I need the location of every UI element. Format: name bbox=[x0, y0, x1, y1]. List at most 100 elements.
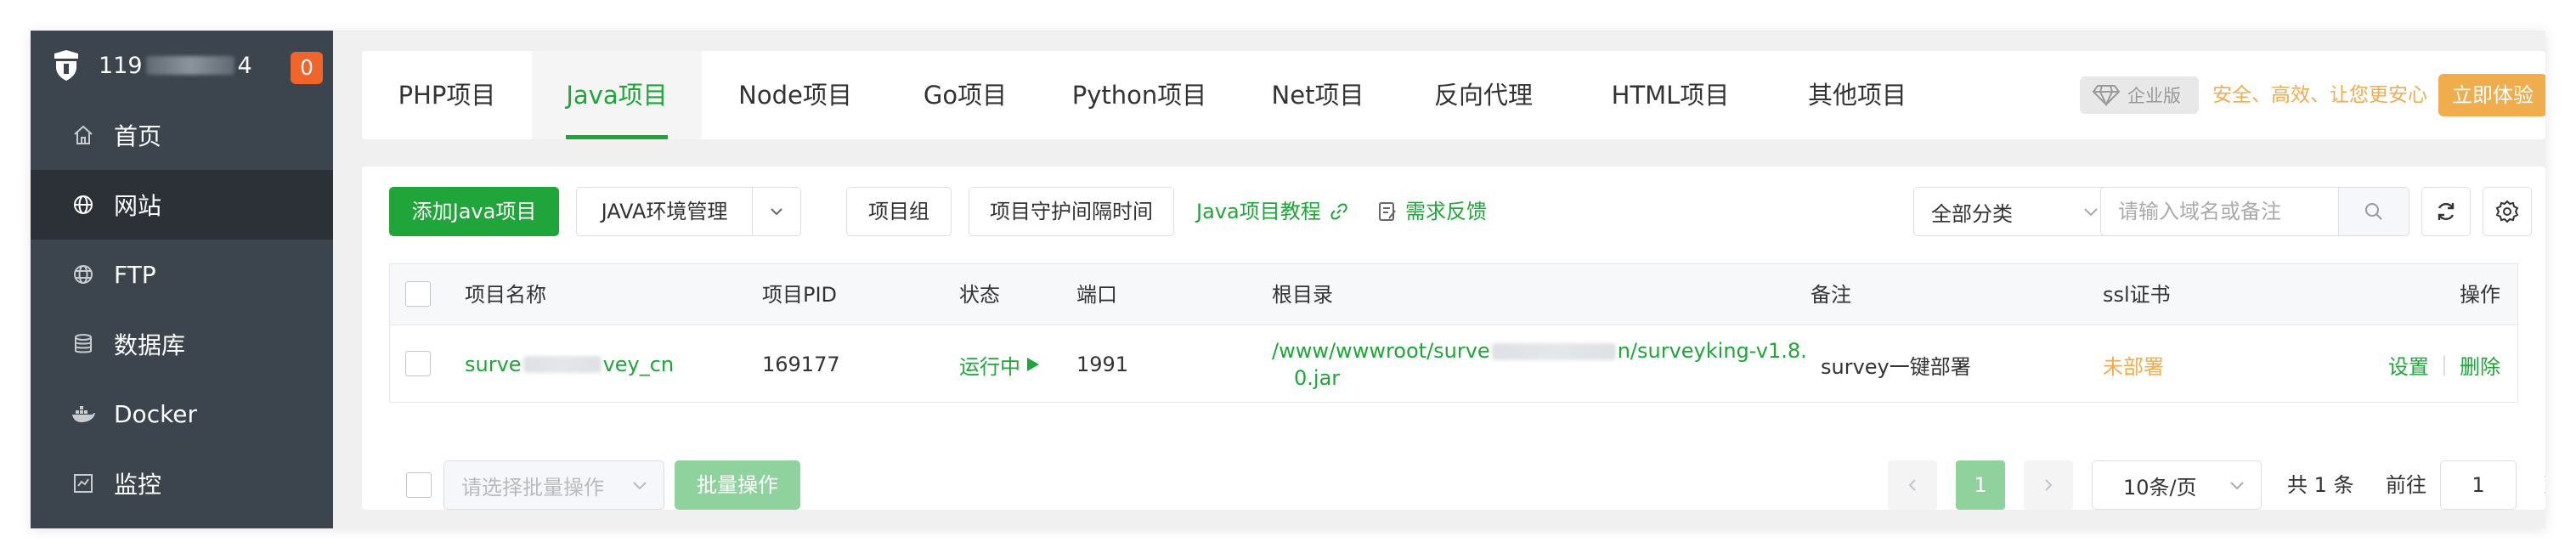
tab-label: Node项目 bbox=[738, 81, 852, 110]
sidebar-item-label: 首页 bbox=[114, 122, 162, 150]
settings-button[interactable] bbox=[2483, 187, 2532, 236]
sidebar-item-docker[interactable]: Docker bbox=[31, 379, 333, 449]
sidebar-item-monitor[interactable]: 监控 bbox=[31, 449, 333, 518]
header-status: 状态 bbox=[959, 283, 1000, 307]
header-pid: 项目PID bbox=[762, 283, 838, 307]
next-page-button[interactable] bbox=[2024, 460, 2073, 510]
page-unit-label: 页 bbox=[2544, 460, 2545, 510]
delete-link[interactable]: 删除 bbox=[2460, 350, 2500, 380]
tab-html[interactable]: HTML项目 bbox=[1568, 51, 1772, 139]
footer-select-all-checkbox[interactable] bbox=[406, 472, 432, 498]
category-select[interactable]: 全部分类 bbox=[1913, 187, 2116, 236]
root-suffix: n/surveyking-v1.8. bbox=[1617, 339, 1807, 363]
search-button[interactable] bbox=[2338, 187, 2409, 236]
java-tutorial-link[interactable]: Java项目教程 bbox=[1196, 187, 1348, 236]
row-actions: 设置 | 删除 bbox=[2388, 325, 2500, 404]
search-input[interactable] bbox=[2100, 187, 2338, 236]
sidebar: 119 4 0 首页 网站 FTP 数据库 Docker 监控 bbox=[31, 31, 333, 528]
server-ip-prefix: 119 bbox=[99, 52, 143, 79]
header-note: 备注 bbox=[1811, 283, 1851, 307]
refresh-button[interactable] bbox=[2421, 187, 2471, 236]
ssl-status-link[interactable]: 未部署 bbox=[2103, 325, 2164, 404]
header-name: 项目名称 bbox=[465, 283, 546, 307]
tab-label: 其他项目 bbox=[1807, 81, 1907, 110]
tab-java[interactable]: Java项目 bbox=[532, 51, 702, 139]
diamond-icon bbox=[2092, 84, 2121, 107]
page-size-value: 10条/页 bbox=[2123, 475, 2197, 500]
sidebar-item-label: 数据库 bbox=[114, 331, 186, 359]
sidebar-item-website[interactable]: 网站 bbox=[31, 170, 333, 240]
server-header[interactable]: 119 4 0 bbox=[31, 31, 333, 100]
database-icon bbox=[71, 332, 95, 356]
tab-node[interactable]: Node项目 bbox=[702, 51, 889, 139]
ftp-icon bbox=[71, 263, 95, 286]
tab-label: Net项目 bbox=[1271, 81, 1364, 110]
status-toggle[interactable]: 运行中 bbox=[959, 325, 1041, 404]
tab-php[interactable]: PHP项目 bbox=[362, 51, 532, 139]
prev-page-button[interactable] bbox=[1888, 460, 1937, 510]
server-ip: 119 4 bbox=[99, 53, 252, 79]
sidebar-item-label: 监控 bbox=[114, 471, 162, 499]
tab-label: PHP项目 bbox=[398, 81, 496, 110]
notification-badge[interactable]: 0 bbox=[291, 52, 323, 84]
guard-interval-button[interactable]: 项目守护间隔时间 bbox=[969, 187, 1174, 236]
settings-link[interactable]: 设置 bbox=[2388, 350, 2429, 380]
status-label: 运行中 bbox=[959, 354, 1020, 379]
sidebar-item-label: FTP bbox=[114, 260, 156, 289]
feedback-link[interactable]: 需求反馈 bbox=[1378, 187, 1487, 236]
action-divider: | bbox=[2440, 353, 2448, 376]
refresh-icon bbox=[2438, 202, 2455, 221]
java-env-button[interactable]: JAVA环境管理 bbox=[576, 187, 753, 236]
header-ssl: ssl证书 bbox=[2103, 283, 2171, 307]
goto-page-input[interactable] bbox=[2440, 460, 2517, 510]
batch-operation-select[interactable]: 请选择批量操作 bbox=[443, 460, 664, 510]
try-now-button[interactable]: 立即体验 bbox=[2438, 74, 2545, 116]
docker-icon bbox=[71, 402, 95, 426]
enterprise-badge-label: 企业版 bbox=[2127, 86, 2181, 106]
category-select-value: 全部分类 bbox=[1931, 201, 2013, 226]
table-row: surve vey_cn 169177 运行中 1991 /www/wwwroot… bbox=[390, 325, 2517, 404]
tab-python[interactable]: Python项目 bbox=[1042, 51, 1237, 139]
row-checkbox[interactable] bbox=[405, 351, 431, 376]
project-group-button[interactable]: 项目组 bbox=[846, 187, 952, 236]
page-size-select[interactable]: 10条/页 bbox=[2092, 460, 2262, 510]
select-all-checkbox[interactable] bbox=[405, 281, 431, 307]
project-pid: 169177 bbox=[762, 353, 840, 376]
header-actions: 操作 bbox=[2460, 283, 2500, 307]
chevron-down-icon bbox=[633, 482, 647, 490]
project-root-link[interactable]: /www/wwwroot/surve n/surveyking-v1.8. 0.j… bbox=[1272, 325, 1807, 404]
root-line-2: 0.jar bbox=[1294, 366, 1341, 390]
header-port: 端口 bbox=[1076, 283, 1117, 307]
tab-net[interactable]: Net项目 bbox=[1237, 51, 1398, 139]
home-icon bbox=[71, 123, 95, 147]
project-note[interactable]: survey一键部署 bbox=[1821, 325, 1971, 404]
table-header: 项目名称 项目PID 状态 端口 根目录 备注 ssl证书 操作 bbox=[390, 264, 2517, 325]
tab-label: Java项目 bbox=[566, 81, 668, 110]
page-number[interactable]: 1 bbox=[1956, 460, 2005, 510]
java-tutorial-label: Java项目教程 bbox=[1196, 200, 1321, 223]
sidebar-item-database[interactable]: 数据库 bbox=[31, 309, 333, 379]
tab-label: HTML项目 bbox=[1611, 81, 1730, 110]
sidebar-item-home[interactable]: 首页 bbox=[31, 100, 333, 170]
java-env-dropdown[interactable] bbox=[752, 187, 801, 236]
enterprise-slogan: 安全、高效、让您更安心 bbox=[2212, 84, 2427, 106]
root-prefix: /www/wwwroot/surve bbox=[1272, 339, 1490, 363]
tab-reverse-proxy[interactable]: 反向代理 bbox=[1398, 51, 1568, 139]
project-panel: 添加Java项目 JAVA环境管理 项目组 项目守护间隔时间 Java项目教程 … bbox=[362, 167, 2545, 510]
name-mask bbox=[523, 356, 602, 373]
batch-operation-button[interactable]: 批量操作 bbox=[675, 460, 800, 510]
chevron-down-icon bbox=[2084, 208, 2098, 217]
batch-select-placeholder: 请选择批量操作 bbox=[461, 475, 604, 500]
goto-label: 前往 bbox=[2386, 473, 2426, 497]
chevron-down-icon bbox=[2230, 482, 2244, 490]
tab-other[interactable]: 其他项目 bbox=[1772, 51, 1942, 139]
tab-go[interactable]: Go项目 bbox=[889, 51, 1042, 139]
chevron-left-icon bbox=[1908, 479, 1916, 491]
project-name-link[interactable]: surve vey_cn bbox=[465, 325, 674, 404]
sidebar-item-ftp[interactable]: FTP bbox=[31, 240, 333, 309]
add-java-project-button[interactable]: 添加Java项目 bbox=[389, 187, 559, 236]
enterprise-badge[interactable]: 企业版 bbox=[2080, 76, 2199, 114]
project-table: 项目名称 项目PID 状态 端口 根目录 备注 ssl证书 操作 surve ve… bbox=[389, 263, 2518, 403]
feedback-label: 需求反馈 bbox=[1405, 200, 1487, 223]
shield-logo-icon bbox=[49, 48, 83, 82]
